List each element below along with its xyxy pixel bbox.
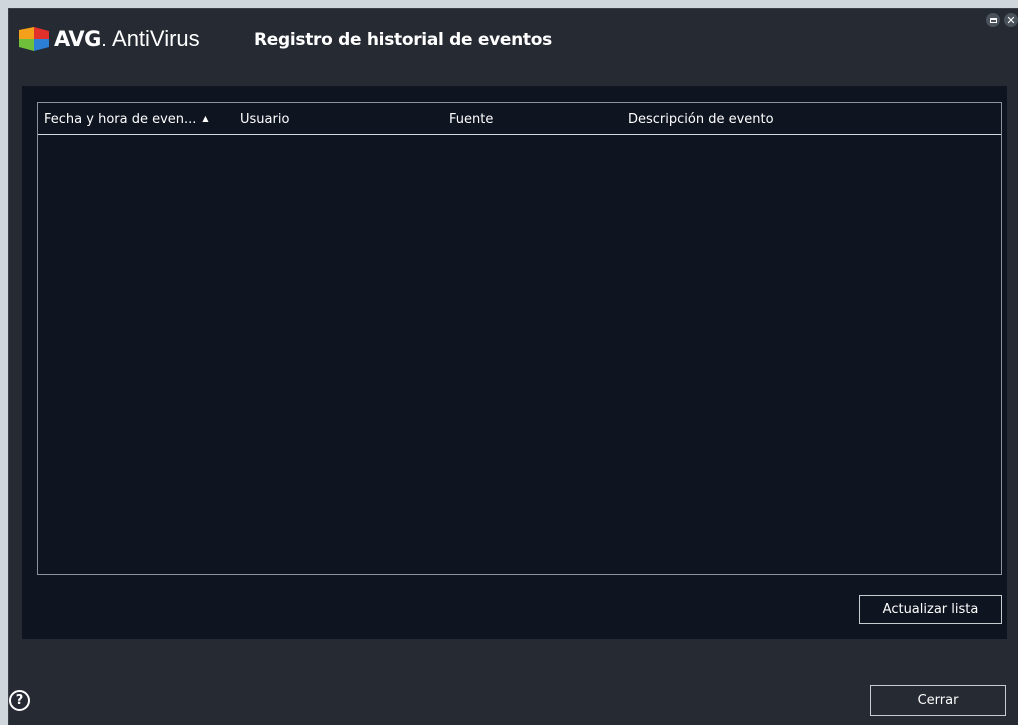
help-icon[interactable]: ? xyxy=(9,690,30,711)
column-header-date-label: Fecha y hora de even... xyxy=(44,112,197,127)
maximize-icon xyxy=(989,17,997,23)
table-header: Fecha y hora de even... ▲ Usuario Fuente … xyxy=(38,103,1001,135)
avg-dialog-window: AVG . AntiVirus Registro de historial de… xyxy=(8,8,1018,725)
close-button[interactable]: Cerrar xyxy=(870,685,1006,716)
table-body[interactable] xyxy=(38,135,1001,574)
maximize-button[interactable] xyxy=(986,13,1000,27)
close-icon: ✕ xyxy=(1006,13,1016,27)
brand-name: AVG xyxy=(54,27,101,51)
brand-title: AVG . AntiVirus xyxy=(54,26,200,52)
column-header-description[interactable]: Descripción de evento xyxy=(628,112,774,127)
brand-dot: . xyxy=(101,36,107,49)
close-window-button[interactable]: ✕ xyxy=(1004,13,1018,27)
column-header-source[interactable]: Fuente xyxy=(449,112,493,127)
dialog-title: Registro de historial de eventos xyxy=(254,30,552,50)
window-controls: ✕ xyxy=(986,13,1018,27)
product-name: AntiVirus xyxy=(112,26,200,51)
refresh-list-button[interactable]: Actualizar lista xyxy=(859,595,1002,624)
column-header-user[interactable]: Usuario xyxy=(240,112,289,127)
sort-ascending-icon: ▲ xyxy=(202,114,209,123)
title-bar: AVG . AntiVirus Registro de historial de… xyxy=(9,9,1018,79)
content-panel: Fecha y hora de even... ▲ Usuario Fuente … xyxy=(22,86,1007,639)
column-header-date[interactable]: Fecha y hora de even... ▲ xyxy=(44,112,209,127)
avg-logo-icon xyxy=(19,27,49,51)
event-log-table: Fecha y hora de even... ▲ Usuario Fuente … xyxy=(37,102,1002,575)
